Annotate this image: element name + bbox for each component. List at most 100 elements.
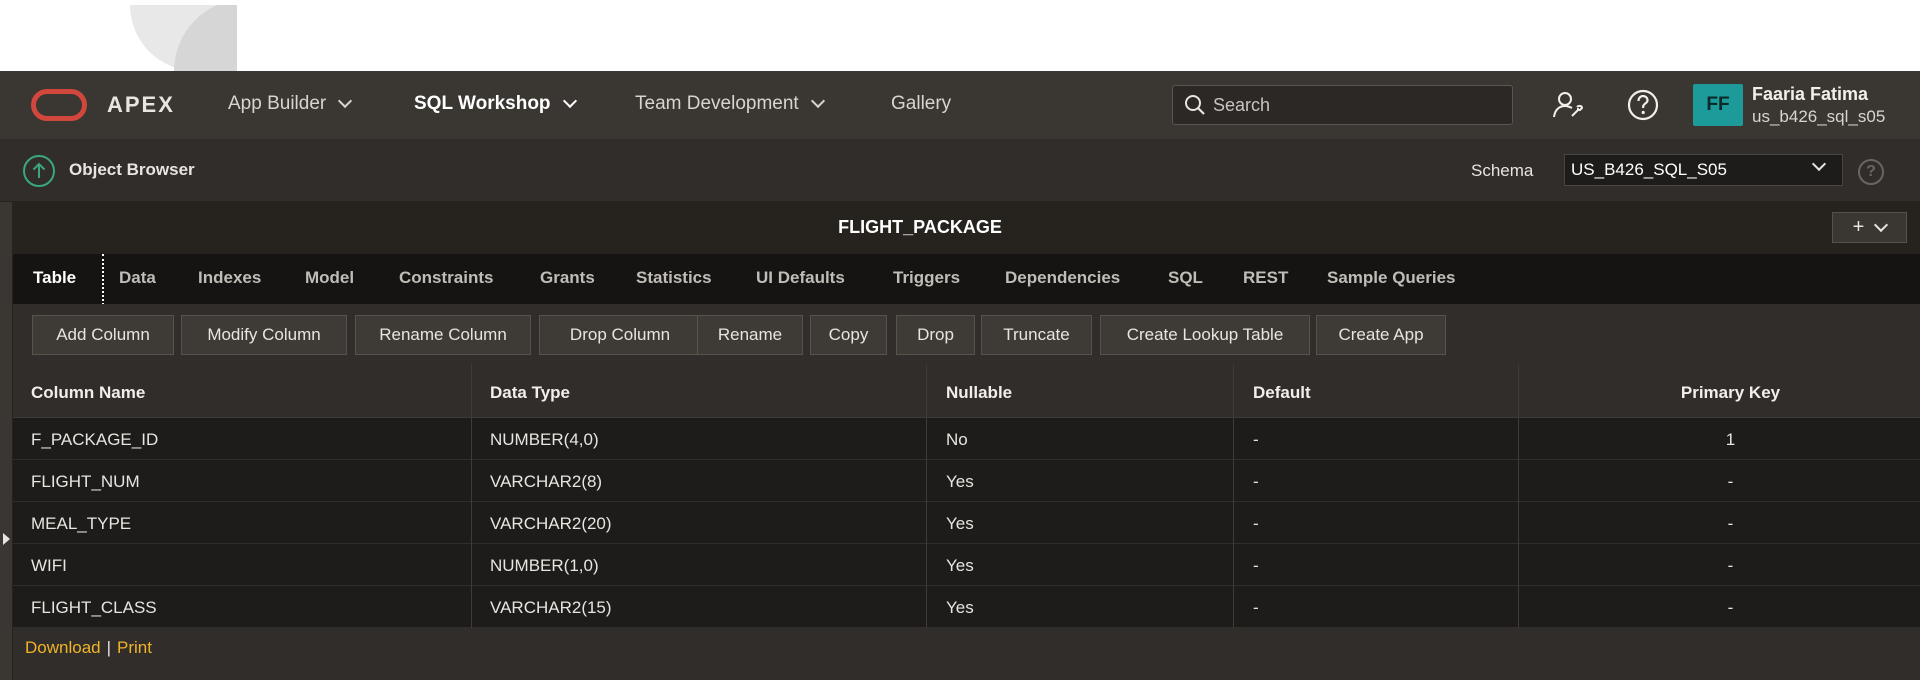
- cell-nullable: Yes: [946, 556, 974, 575]
- create-app-button[interactable]: Create App: [1316, 315, 1446, 355]
- truncate-button[interactable]: Truncate: [981, 315, 1092, 355]
- table-title-bar: FLIGHT_PACKAGE +: [13, 202, 1920, 254]
- cell-nullable: Yes: [946, 514, 974, 533]
- cell-default: -: [1253, 430, 1259, 449]
- top-white-area: [0, 0, 1920, 71]
- tab-ui-defaults[interactable]: UI Defaults: [756, 268, 845, 288]
- schema-help-icon[interactable]: ?: [1858, 159, 1884, 185]
- column-divider: [1518, 364, 1519, 628]
- link-separator: |: [106, 638, 112, 657]
- schema-select[interactable]: US_B426_SQL_S05: [1564, 154, 1843, 186]
- schema-label: Schema: [1471, 161, 1534, 180]
- tab-indexes[interactable]: Indexes: [198, 268, 261, 288]
- create-lookup-table-button[interactable]: Create Lookup Table: [1100, 315, 1310, 355]
- cell-data-type: VARCHAR2(20): [490, 514, 612, 533]
- cell-data-type: NUMBER(4,0): [490, 430, 599, 449]
- decorative-shape: [130, 5, 237, 71]
- left-collapse-strip[interactable]: [0, 202, 13, 680]
- table-row: MEAL_TYPE VARCHAR2(20) Yes - -: [13, 502, 1920, 544]
- user-settings-icon[interactable]: [1551, 88, 1585, 122]
- cell-column-name: FLIGHT_CLASS: [31, 598, 157, 617]
- table-row: F_PACKAGE_ID NUMBER(4,0) No - 1: [13, 418, 1920, 460]
- chevron-down-icon: [338, 93, 353, 109]
- cell-nullable: No: [946, 430, 968, 449]
- cell-nullable: Yes: [946, 598, 974, 617]
- search-box[interactable]: [1172, 85, 1513, 125]
- chevron-down-icon: [562, 93, 577, 109]
- drop-column-button[interactable]: Drop Column: [539, 315, 701, 355]
- cell-primary-key: -: [1727, 556, 1734, 575]
- tab-data[interactable]: Data: [119, 268, 156, 288]
- cell-default: -: [1253, 598, 1259, 617]
- app-name[interactable]: APEX: [107, 92, 175, 118]
- download-link[interactable]: Download: [25, 638, 101, 657]
- tab-sql[interactable]: SQL: [1168, 268, 1203, 288]
- cell-data-type: NUMBER(1,0): [490, 556, 599, 575]
- column-divider: [471, 364, 472, 628]
- user-username[interactable]: us_b426_sql_s05: [1752, 107, 1885, 127]
- copy-button[interactable]: Copy: [810, 315, 887, 355]
- tab-rest[interactable]: REST: [1243, 268, 1288, 288]
- nav-gallery[interactable]: Gallery: [891, 93, 951, 115]
- cell-primary-key: -: [1727, 472, 1734, 491]
- app-header: APEX App Builder SQL Workshop Team Devel…: [0, 71, 1920, 139]
- nav-sql-workshop[interactable]: SQL Workshop: [414, 93, 577, 115]
- plus-icon: +: [1852, 216, 1865, 238]
- nav-label: App Builder: [228, 93, 327, 114]
- tab-sample-queries[interactable]: Sample Queries: [1327, 268, 1456, 288]
- object-browser-bar: Object Browser Schema US_B426_SQL_S05 ?: [0, 139, 1920, 202]
- avatar[interactable]: FF: [1693, 84, 1743, 126]
- column-header-nullable[interactable]: Nullable: [946, 383, 1012, 403]
- tab-grants[interactable]: Grants: [540, 268, 595, 288]
- cell-data-type: VARCHAR2(15): [490, 598, 612, 617]
- tab-statistics[interactable]: Statistics: [636, 268, 712, 288]
- rename-column-button[interactable]: Rename Column: [355, 315, 531, 355]
- table-row: FLIGHT_CLASS VARCHAR2(15) Yes - -: [13, 586, 1920, 628]
- tab-model[interactable]: Model: [305, 268, 354, 288]
- search-input[interactable]: [1213, 94, 1503, 116]
- page-title: Object Browser: [69, 160, 195, 179]
- column-divider: [1233, 364, 1234, 628]
- search-icon: [1185, 95, 1205, 115]
- modify-column-button[interactable]: Modify Column: [181, 315, 347, 355]
- rename-button[interactable]: Rename: [697, 315, 803, 355]
- tab-constraints[interactable]: Constraints: [399, 268, 493, 288]
- chevron-down-icon: [1811, 156, 1827, 172]
- column-header-data-type[interactable]: Data Type: [490, 383, 570, 403]
- object-tabs: Table Data Indexes Model Constraints Gra…: [13, 254, 1920, 309]
- cell-column-name: F_PACKAGE_ID: [31, 430, 159, 449]
- chevron-down-icon: [810, 93, 825, 109]
- tab-dependencies[interactable]: Dependencies: [1005, 268, 1120, 288]
- oracle-logo-icon[interactable]: [31, 89, 87, 121]
- nav-label: SQL Workshop: [414, 93, 551, 114]
- help-icon[interactable]: [1626, 88, 1660, 122]
- nav-app-builder[interactable]: App Builder: [228, 93, 353, 115]
- nav-label: Team Development: [635, 93, 799, 114]
- nav-label: Gallery: [891, 93, 952, 114]
- tab-table[interactable]: Table: [33, 268, 76, 288]
- chevron-down-icon: [1874, 217, 1889, 233]
- cell-data-type: VARCHAR2(8): [490, 472, 603, 491]
- table-name: FLIGHT_PACKAGE: [838, 217, 1002, 237]
- expand-arrow-icon[interactable]: [3, 533, 10, 545]
- nav-team-development[interactable]: Team Development: [635, 93, 825, 115]
- drop-button[interactable]: Drop: [896, 315, 975, 355]
- cell-column-name: WIFI: [31, 556, 67, 575]
- cell-default: -: [1253, 472, 1259, 491]
- up-arrow-icon[interactable]: [23, 155, 55, 187]
- column-header-name[interactable]: Column Name: [31, 383, 145, 403]
- table-row: WIFI NUMBER(1,0) Yes - -: [13, 544, 1920, 586]
- create-menu-button[interactable]: +: [1832, 212, 1907, 243]
- cell-primary-key: 1: [1725, 430, 1736, 449]
- cell-column-name: FLIGHT_NUM: [31, 472, 140, 491]
- table-row: FLIGHT_NUM VARCHAR2(8) Yes - -: [13, 460, 1920, 502]
- column-header-primary-key[interactable]: Primary Key: [1541, 383, 1920, 403]
- report-links: Download | Print: [25, 638, 152, 658]
- user-name[interactable]: Faaria Fatima: [1752, 84, 1868, 105]
- tab-triggers[interactable]: Triggers: [893, 268, 960, 288]
- column-header-default[interactable]: Default: [1253, 383, 1311, 403]
- add-column-button[interactable]: Add Column: [32, 315, 174, 355]
- cell-column-name: MEAL_TYPE: [31, 514, 132, 533]
- cell-default: -: [1253, 514, 1259, 533]
- print-link[interactable]: Print: [117, 638, 152, 657]
